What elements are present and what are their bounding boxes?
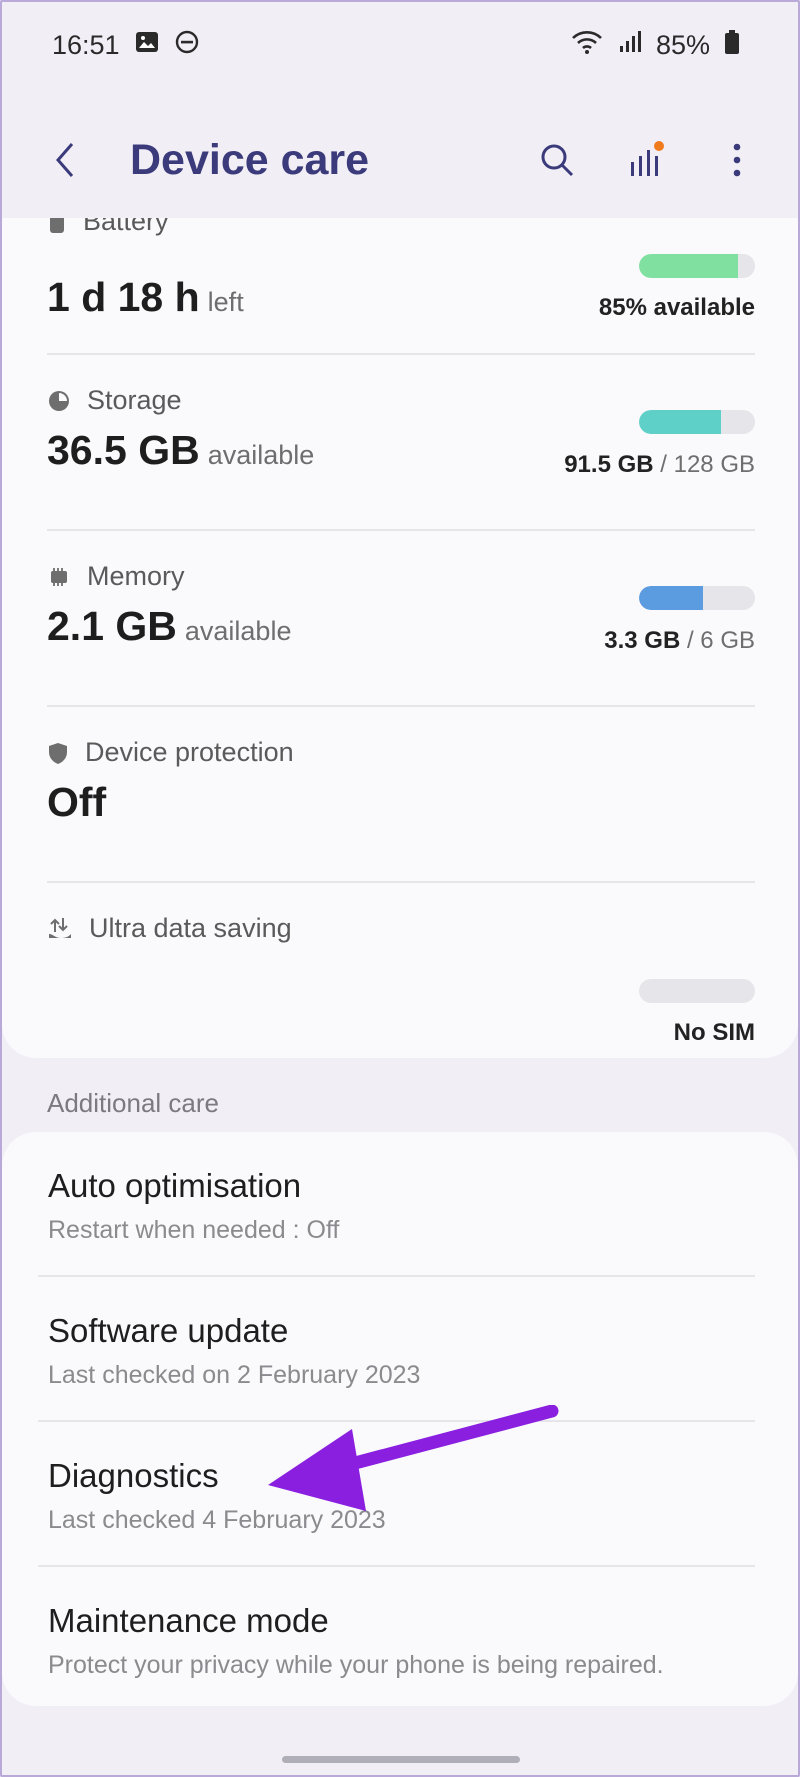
maintenance-mode-item[interactable]: Maintenance mode Protect your privacy wh… [38, 1567, 755, 1712]
more-vertical-icon [733, 143, 741, 177]
annotation-arrow-icon [268, 1405, 559, 1511]
memory-available: 2.1 GB [47, 603, 177, 649]
device-protection-label: Device protection [85, 737, 294, 767]
battery-progress-bar [639, 254, 755, 278]
memory-unit: available [184, 616, 292, 646]
wifi-icon [570, 29, 604, 62]
ultra-data-saving-bar [639, 979, 755, 1003]
search-button[interactable] [534, 135, 580, 185]
battery-unit: left [207, 287, 244, 317]
gallery-icon [134, 29, 160, 62]
notification-badge [654, 141, 664, 151]
status-bar: 16:51 85% [0, 0, 800, 90]
software-update-item[interactable]: Software update Last checked on 2 Februa… [38, 1277, 755, 1422]
care-item-title: Maintenance mode [48, 1602, 329, 1639]
care-item-title: Auto optimisation [48, 1167, 302, 1204]
battery-icon [724, 29, 740, 62]
storage-unit: available [207, 440, 315, 470]
shield-icon [49, 742, 67, 764]
battery-progress-fill [639, 254, 738, 278]
ultra-data-saving-row[interactable]: Ultra data saving No SIM [47, 883, 755, 1058]
device-status-card: Battery 1 d 18 h left 85% available Stor… [2, 218, 798, 1058]
status-time: 16:51 [52, 29, 120, 60]
device-protection-row[interactable]: Device protection Off [47, 707, 755, 883]
care-item-subtitle: Protect your privacy while your phone is… [48, 1651, 664, 1679]
ultra-data-saving-label: Ultra data saving [89, 913, 292, 943]
app-bar: Device care [0, 110, 800, 210]
performance-bars-icon [631, 141, 664, 176]
page-title: Device care [130, 135, 370, 184]
battery-row[interactable]: Battery 1 d 18 h left 85% available [47, 218, 755, 355]
memory-label: Memory [87, 561, 185, 591]
more-options-button[interactable] [714, 135, 760, 185]
back-arrow-icon [56, 143, 74, 177]
section-label-additional-care: Additional care [47, 1088, 219, 1118]
search-icon [541, 144, 574, 177]
auto-optimisation-item[interactable]: Auto optimisation Restart when needed : … [38, 1132, 755, 1277]
signal-icon [618, 30, 642, 61]
battery-available: 85% available [598, 294, 755, 321]
storage-pie-icon [49, 390, 69, 411]
memory-progress-fill [639, 586, 703, 610]
battery-time-left: 1 d 18 h [47, 274, 200, 320]
battery-percent: 85% [655, 29, 710, 60]
care-item-subtitle: Restart when needed : Off [48, 1216, 340, 1244]
storage-progress-fill [639, 410, 722, 434]
battery-label: Battery [83, 218, 169, 236]
memory-usage: 3.3 GB / 6 GB [604, 627, 755, 654]
back-button[interactable] [40, 130, 90, 190]
storage-usage: 91.5 GB / 128 GB [564, 451, 755, 478]
memory-progress-bar [639, 586, 755, 610]
data-saving-icon [49, 917, 71, 938]
home-indicator[interactable] [282, 1756, 520, 1763]
storage-available: 36.5 GB [47, 427, 200, 473]
storage-row[interactable]: Storage 36.5 GB available 91.5 GB / 128 … [47, 355, 755, 531]
storage-label: Storage [87, 385, 182, 415]
performance-button[interactable] [624, 135, 670, 185]
care-item-title: Diagnostics [48, 1457, 219, 1494]
battery-icon [50, 218, 64, 233]
storage-progress-bar [639, 410, 755, 434]
care-item-title: Software update [48, 1312, 289, 1349]
do-not-disturb-icon [174, 29, 200, 62]
care-item-subtitle: Last checked on 2 February 2023 [48, 1361, 421, 1389]
memory-row[interactable]: Memory 2.1 GB available 3.3 GB / 6 GB [47, 531, 755, 707]
memory-chip-icon [51, 567, 67, 586]
ultra-data-saving-status: No SIM [673, 1019, 755, 1046]
device-protection-status: Off [47, 779, 107, 825]
